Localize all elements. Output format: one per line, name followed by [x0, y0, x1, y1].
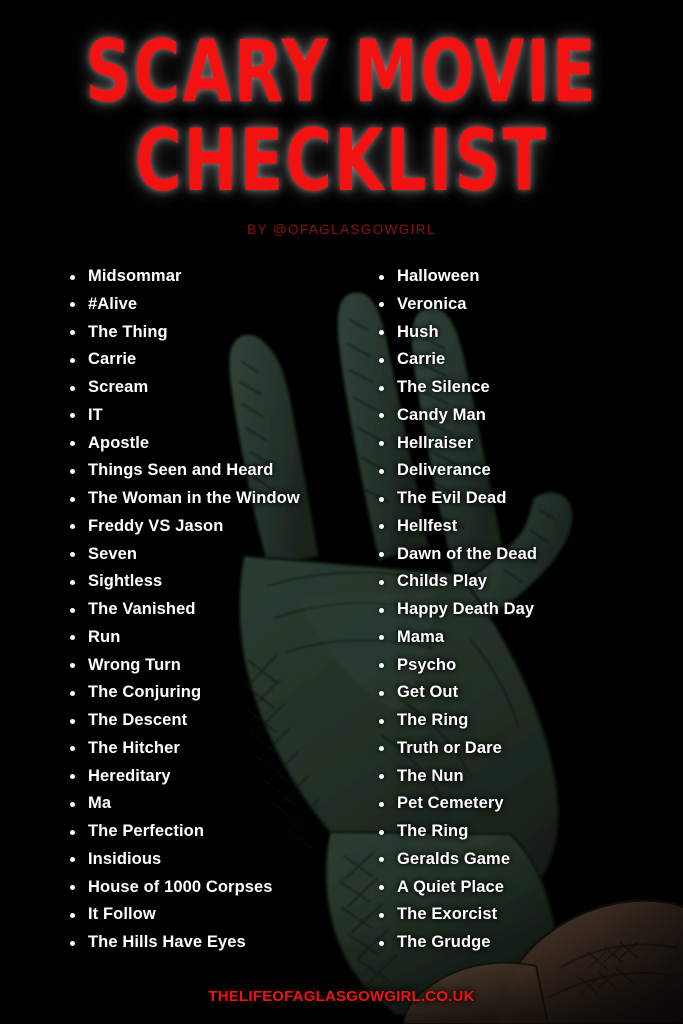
movie-list-item[interactable]: Carrie: [375, 346, 683, 374]
movie-list-item[interactable]: The Woman in the Window: [66, 485, 355, 513]
movie-list-item[interactable]: The Grudge: [375, 929, 683, 957]
movie-list-item[interactable]: A Quiet Place: [375, 874, 683, 902]
movie-list-item[interactable]: Hereditary: [66, 763, 355, 791]
checklist-left-column: Midsommar #Alive The Thing Carrie Scream IT Ap…: [0, 263, 355, 957]
byline-credit: BY @OFAGLASGOWGIRL: [247, 222, 436, 237]
scary-movie-checklist-poster: SCARY MOVIE CHECKLIST BY @OFAGLASGOWGIRL…: [0, 0, 683, 1024]
movie-list-item[interactable]: Childs Play: [375, 568, 683, 596]
movie-list-item[interactable]: Candy Man: [375, 402, 683, 430]
movie-list-item[interactable]: The Evil Dead: [375, 485, 683, 513]
poster-title: SCARY MOVIE CHECKLIST: [0, 23, 683, 204]
movie-list-item[interactable]: Wrong Turn: [66, 652, 355, 680]
movie-list-item[interactable]: The Thing: [66, 319, 355, 347]
movie-list-item[interactable]: The Silence: [375, 374, 683, 402]
movie-list-item[interactable]: Mama: [375, 624, 683, 652]
movie-list-item[interactable]: Ma: [66, 790, 355, 818]
movie-list-item[interactable]: Hellraiser: [375, 430, 683, 458]
movie-list-item[interactable]: Truth or Dare: [375, 735, 683, 763]
movie-list-item[interactable]: The Conjuring: [66, 679, 355, 707]
movie-list-item[interactable]: Midsommar: [66, 263, 355, 291]
checklist-columns: Midsommar #Alive The Thing Carrie Scream IT Ap…: [0, 263, 683, 957]
movie-list-item[interactable]: Freddy VS Jason: [66, 513, 355, 541]
movie-list-item[interactable]: #Alive: [66, 291, 355, 319]
movie-list-item[interactable]: The Descent: [66, 707, 355, 735]
movie-list-item[interactable]: Insidious: [66, 846, 355, 874]
movie-list-item[interactable]: Sightless: [66, 568, 355, 596]
movie-list-item[interactable]: The Exorcist: [375, 901, 683, 929]
movie-list-item[interactable]: Happy Death Day: [375, 596, 683, 624]
movie-list-item[interactable]: The Nun: [375, 763, 683, 791]
footer-website-url: THELIFEOFAGLASGOWGIRL.CO.UK: [208, 988, 475, 1005]
movie-list-item[interactable]: Apostle: [66, 430, 355, 458]
movie-list-item[interactable]: The Hills Have Eyes: [66, 929, 355, 957]
movie-list-item[interactable]: It Follow: [66, 901, 355, 929]
movie-list-item[interactable]: Halloween: [375, 263, 683, 291]
movie-list-item[interactable]: Geralds Game: [375, 846, 683, 874]
movie-list-item[interactable]: Carrie: [66, 346, 355, 374]
movie-list-item[interactable]: Hush: [375, 319, 683, 347]
movie-list-item[interactable]: The Vanished: [66, 596, 355, 624]
movie-list-item[interactable]: Scream: [66, 374, 355, 402]
movie-list-item[interactable]: The Perfection: [66, 818, 355, 846]
movie-list-item[interactable]: Dawn of the Dead: [375, 541, 683, 569]
movie-list-item[interactable]: Run: [66, 624, 355, 652]
checklist-right-column: Halloween Veronica Hush Carrie The Silence Ca…: [355, 263, 683, 957]
movie-list-item[interactable]: House of 1000 Corpses: [66, 874, 355, 902]
movie-list-item[interactable]: Hellfest: [375, 513, 683, 541]
title-line-2: CHECKLIST: [134, 112, 549, 212]
movie-list-item[interactable]: Veronica: [375, 291, 683, 319]
movie-list-item[interactable]: The Ring: [375, 707, 683, 735]
movie-list-item[interactable]: Psycho: [375, 652, 683, 680]
movie-list-item[interactable]: Get Out: [375, 679, 683, 707]
movie-list-item[interactable]: The Ring: [375, 818, 683, 846]
movie-list-item[interactable]: IT: [66, 402, 355, 430]
movie-list-item[interactable]: Deliverance: [375, 457, 683, 485]
movie-list-item[interactable]: Pet Cemetery: [375, 790, 683, 818]
movie-list-item[interactable]: Things Seen and Heard: [66, 457, 355, 485]
movie-list-item[interactable]: Seven: [66, 541, 355, 569]
movie-list-item[interactable]: The Hitcher: [66, 735, 355, 763]
title-line-1: SCARY MOVIE: [85, 23, 598, 123]
